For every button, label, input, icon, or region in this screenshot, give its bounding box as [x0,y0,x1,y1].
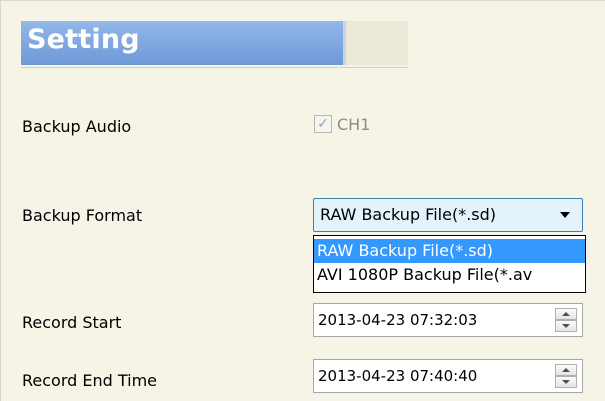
ch1-checkbox-label: CH1 [337,115,371,134]
ch1-checkbox[interactable]: ✓ [314,115,332,133]
record-start-spinner [555,308,577,332]
record-end-value: 2013-04-23 07:40:40 [318,367,478,385]
header-underline [21,67,408,68]
record-start-label: Record Start [22,313,122,332]
settings-panel: Setting Backup Audio ✓ CH1 Backup Format… [0,0,605,401]
backup-format-select[interactable]: RAW Backup File(*.sd) [313,198,583,232]
record-end-spinner [555,364,577,388]
backup-format-label: Backup Format [22,206,143,225]
backup-format-dropdown-list: RAW Backup File(*.sd) AVI 1080P Backup F… [313,235,586,293]
triangle-down-icon [562,380,570,384]
header-divider [343,21,346,65]
record-start-datetime-input[interactable]: 2013-04-23 07:32:03 [313,303,583,337]
section-header: Setting [21,21,408,65]
record-end-increment-button[interactable] [555,364,577,376]
record-start-increment-button[interactable] [555,308,577,320]
record-end-datetime-input[interactable]: 2013-04-23 07:40:40 [313,359,583,393]
backup-format-option-raw[interactable]: RAW Backup File(*.sd) [314,239,585,263]
triangle-up-icon [562,368,570,372]
record-end-time-label: Record End Time [22,371,158,390]
triangle-down-icon [562,324,570,328]
backup-format-selected-value: RAW Backup File(*.sd) [320,205,497,224]
backup-audio-label: Backup Audio [22,117,132,136]
record-start-decrement-button[interactable] [555,320,577,332]
triangle-up-icon [562,312,570,316]
section-title: Setting [27,24,140,55]
record-start-value: 2013-04-23 07:32:03 [318,311,478,329]
record-end-decrement-button[interactable] [555,376,577,388]
backup-format-option-avi[interactable]: AVI 1080P Backup File(*.av [314,263,585,287]
chevron-down-icon[interactable] [560,212,570,218]
